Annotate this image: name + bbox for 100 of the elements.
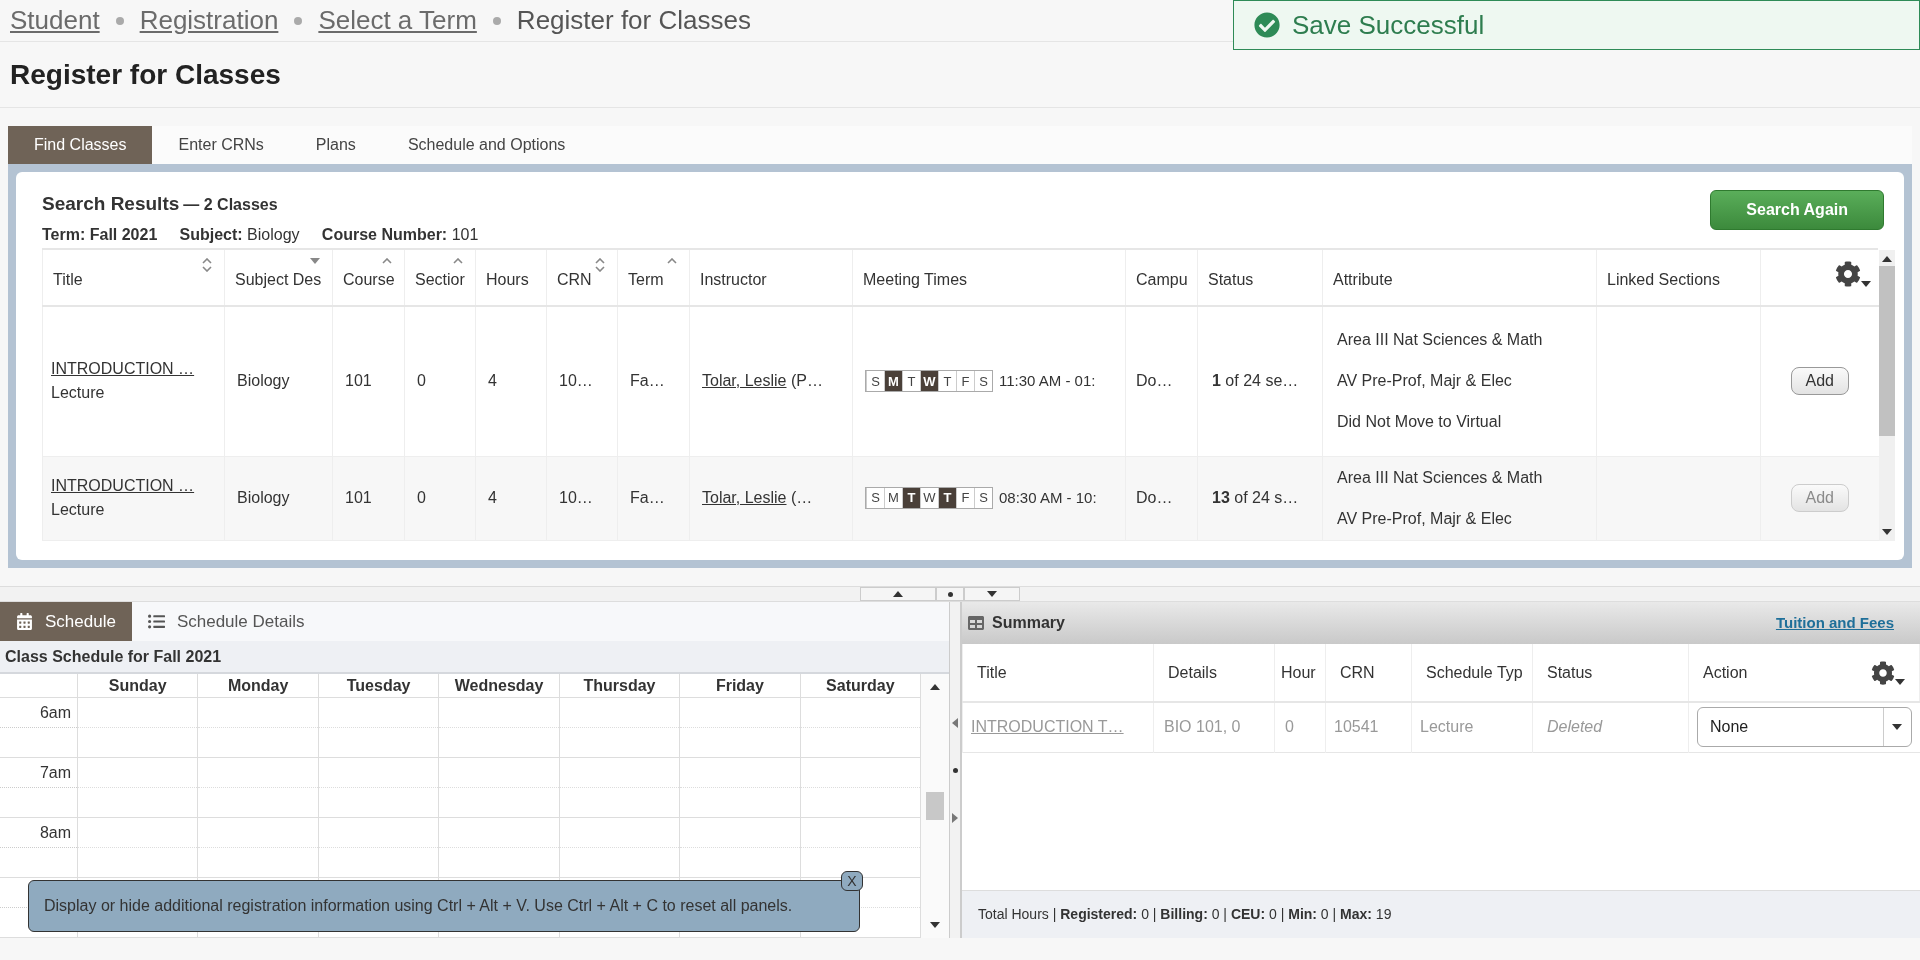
table-cell: Biology: [224, 306, 333, 456]
settings-icon[interactable]: [1834, 261, 1861, 287]
close-button[interactable]: X: [841, 871, 863, 891]
table-cell: 0: [1274, 702, 1326, 752]
column-header[interactable]: Hours: [475, 250, 547, 306]
triangle-down-icon: [987, 591, 997, 597]
instructor-link[interactable]: Tolar, Leslie: [702, 372, 787, 390]
column-header[interactable]: Status: [1532, 644, 1689, 702]
status-cell: 1 of 24 se…: [1197, 306, 1323, 456]
scroll-thumb[interactable]: [926, 792, 944, 820]
table-cell: 10…: [546, 456, 618, 540]
caret-icon: [1860, 281, 1871, 287]
column-header[interactable]: CRN: [1325, 644, 1412, 702]
column-header[interactable]: Status: [1197, 250, 1323, 306]
tab[interactable]: Enter CRNs: [152, 126, 290, 164]
scrollbar[interactable]: [921, 674, 949, 938]
toast-message: Save Successful: [1292, 8, 1485, 42]
column-header[interactable]: Linked Sections: [1596, 250, 1761, 306]
table-cell: BIO 101, 0: [1153, 702, 1275, 752]
column-header[interactable]: Title: [962, 644, 1154, 702]
column-header[interactable]: Hour: [1274, 644, 1326, 702]
table-cell: 4: [475, 306, 547, 456]
filter-icon[interactable]: [310, 258, 320, 264]
column-header[interactable]: CRN: [546, 250, 618, 306]
collapse-down-button[interactable]: [964, 587, 1020, 601]
column-header[interactable]: Term: [617, 250, 690, 306]
status-cell: 13 of 24 s…: [1197, 456, 1323, 540]
scrollbar[interactable]: [1878, 250, 1895, 541]
page-title: Register for Classes: [10, 57, 281, 92]
tab[interactable]: Schedule and Options: [381, 126, 592, 164]
action-select[interactable]: None: [1697, 707, 1912, 748]
schedule-tab[interactable]: Schedule Details: [131, 602, 321, 642]
tuition-link[interactable]: Tuition and Fees: [1775, 611, 1894, 635]
day-box: M: [884, 371, 902, 392]
breadcrumb-link[interactable]: Select a Term: [318, 1, 477, 40]
table-cell: Fa…: [617, 306, 690, 456]
day-header: Thursday: [559, 674, 681, 697]
search-criteria: Term: Fall 2021 Subject: Biology Course Number: 101: [42, 224, 479, 245]
column-header[interactable]: Details: [1153, 644, 1275, 702]
results-heading: Search Results: [42, 192, 180, 216]
breadcrumb-link[interactable]: Registration: [139, 1, 279, 40]
table-cell: Do…: [1125, 306, 1198, 456]
column-header[interactable]: Sectior: [404, 250, 476, 306]
column-header[interactable]: Instructor: [689, 250, 853, 306]
settings-icon[interactable]: [1871, 660, 1895, 685]
restore-button[interactable]: [936, 587, 964, 601]
day-header: Sunday: [78, 674, 199, 697]
collapse-up-button[interactable]: [860, 587, 936, 601]
triangle-right-icon[interactable]: [952, 812, 958, 823]
triangle-left-icon[interactable]: [952, 717, 958, 728]
day-header: Monday: [198, 674, 319, 697]
scroll-up-icon: [930, 684, 940, 690]
hour-label: 6am: [39, 702, 71, 723]
column-header[interactable]: Attribute: [1322, 250, 1597, 306]
schedule-tab[interactable]: Schedule: [0, 602, 132, 642]
column-header[interactable]: Meeting Times: [852, 250, 1126, 306]
scroll-thumb[interactable]: [1878, 266, 1895, 436]
sort-icon[interactable]: [667, 258, 677, 264]
attribute: Area III Nat Sciences & Math: [1337, 467, 1544, 488]
table-cell: 4: [475, 456, 547, 540]
sort-icon[interactable]: [595, 258, 605, 272]
sort-icon[interactable]: [202, 258, 212, 272]
attribute: AV Pre-Prof, Majr & Elec: [1337, 371, 1513, 392]
breadcrumb-separator: [294, 16, 303, 25]
table-icon: [968, 615, 984, 631]
scroll-up-icon: [1881, 256, 1892, 262]
instructor-role: (…: [790, 489, 813, 506]
table-cell: 10…: [546, 306, 618, 456]
day-box: W: [920, 371, 938, 392]
tab[interactable]: Plans: [289, 126, 382, 164]
instructor-role: (P…: [790, 372, 823, 390]
sort-icon[interactable]: [382, 258, 392, 264]
status-cell: Deleted: [1532, 702, 1689, 752]
scroll-down-icon: [930, 922, 940, 928]
breadcrumb-separator: [492, 16, 501, 25]
attribute: AV Pre-Prof, Majr & Elec: [1337, 508, 1513, 529]
day-header: Tuesday: [318, 674, 440, 697]
column-header[interactable]: Schedule Typ: [1411, 644, 1533, 702]
tip-text: Display or hide additional registration information using Ctrl + Alt + V. Use Ctrl + Alt + C to reset all panels.: [44, 896, 793, 916]
day-box: W: [920, 488, 938, 508]
schedule-type: Lecture: [51, 383, 106, 404]
list-icon: [147, 613, 165, 631]
meeting-time: 11:30 AM - 01:: [999, 371, 1096, 391]
tab[interactable]: Find Classes: [8, 126, 153, 164]
add-button[interactable]: Add: [1790, 367, 1849, 396]
caret-icon: [1892, 724, 1902, 731]
table-cell: Fa…: [617, 456, 690, 540]
breadcrumb-link[interactable]: Student: [10, 1, 100, 40]
scroll-down-icon: [1881, 528, 1892, 535]
column-header[interactable]: Campu: [1125, 250, 1198, 306]
column-header[interactable]: Action: [1688, 644, 1920, 702]
column-header[interactable]: Subject Des: [224, 250, 333, 306]
summary-title: Summary: [992, 613, 1065, 633]
course-title-link[interactable]: INTRODUCTION …: [51, 357, 216, 382]
sort-icon[interactable]: [453, 258, 463, 264]
attribute: Did Not Move to Virtual: [1337, 412, 1503, 433]
table-cell: 10541: [1325, 702, 1412, 752]
attribute: Area III Nat Sciences & Math: [1337, 330, 1544, 351]
column-header[interactable]: Course: [332, 250, 405, 306]
column-header[interactable]: Title: [42, 250, 225, 306]
